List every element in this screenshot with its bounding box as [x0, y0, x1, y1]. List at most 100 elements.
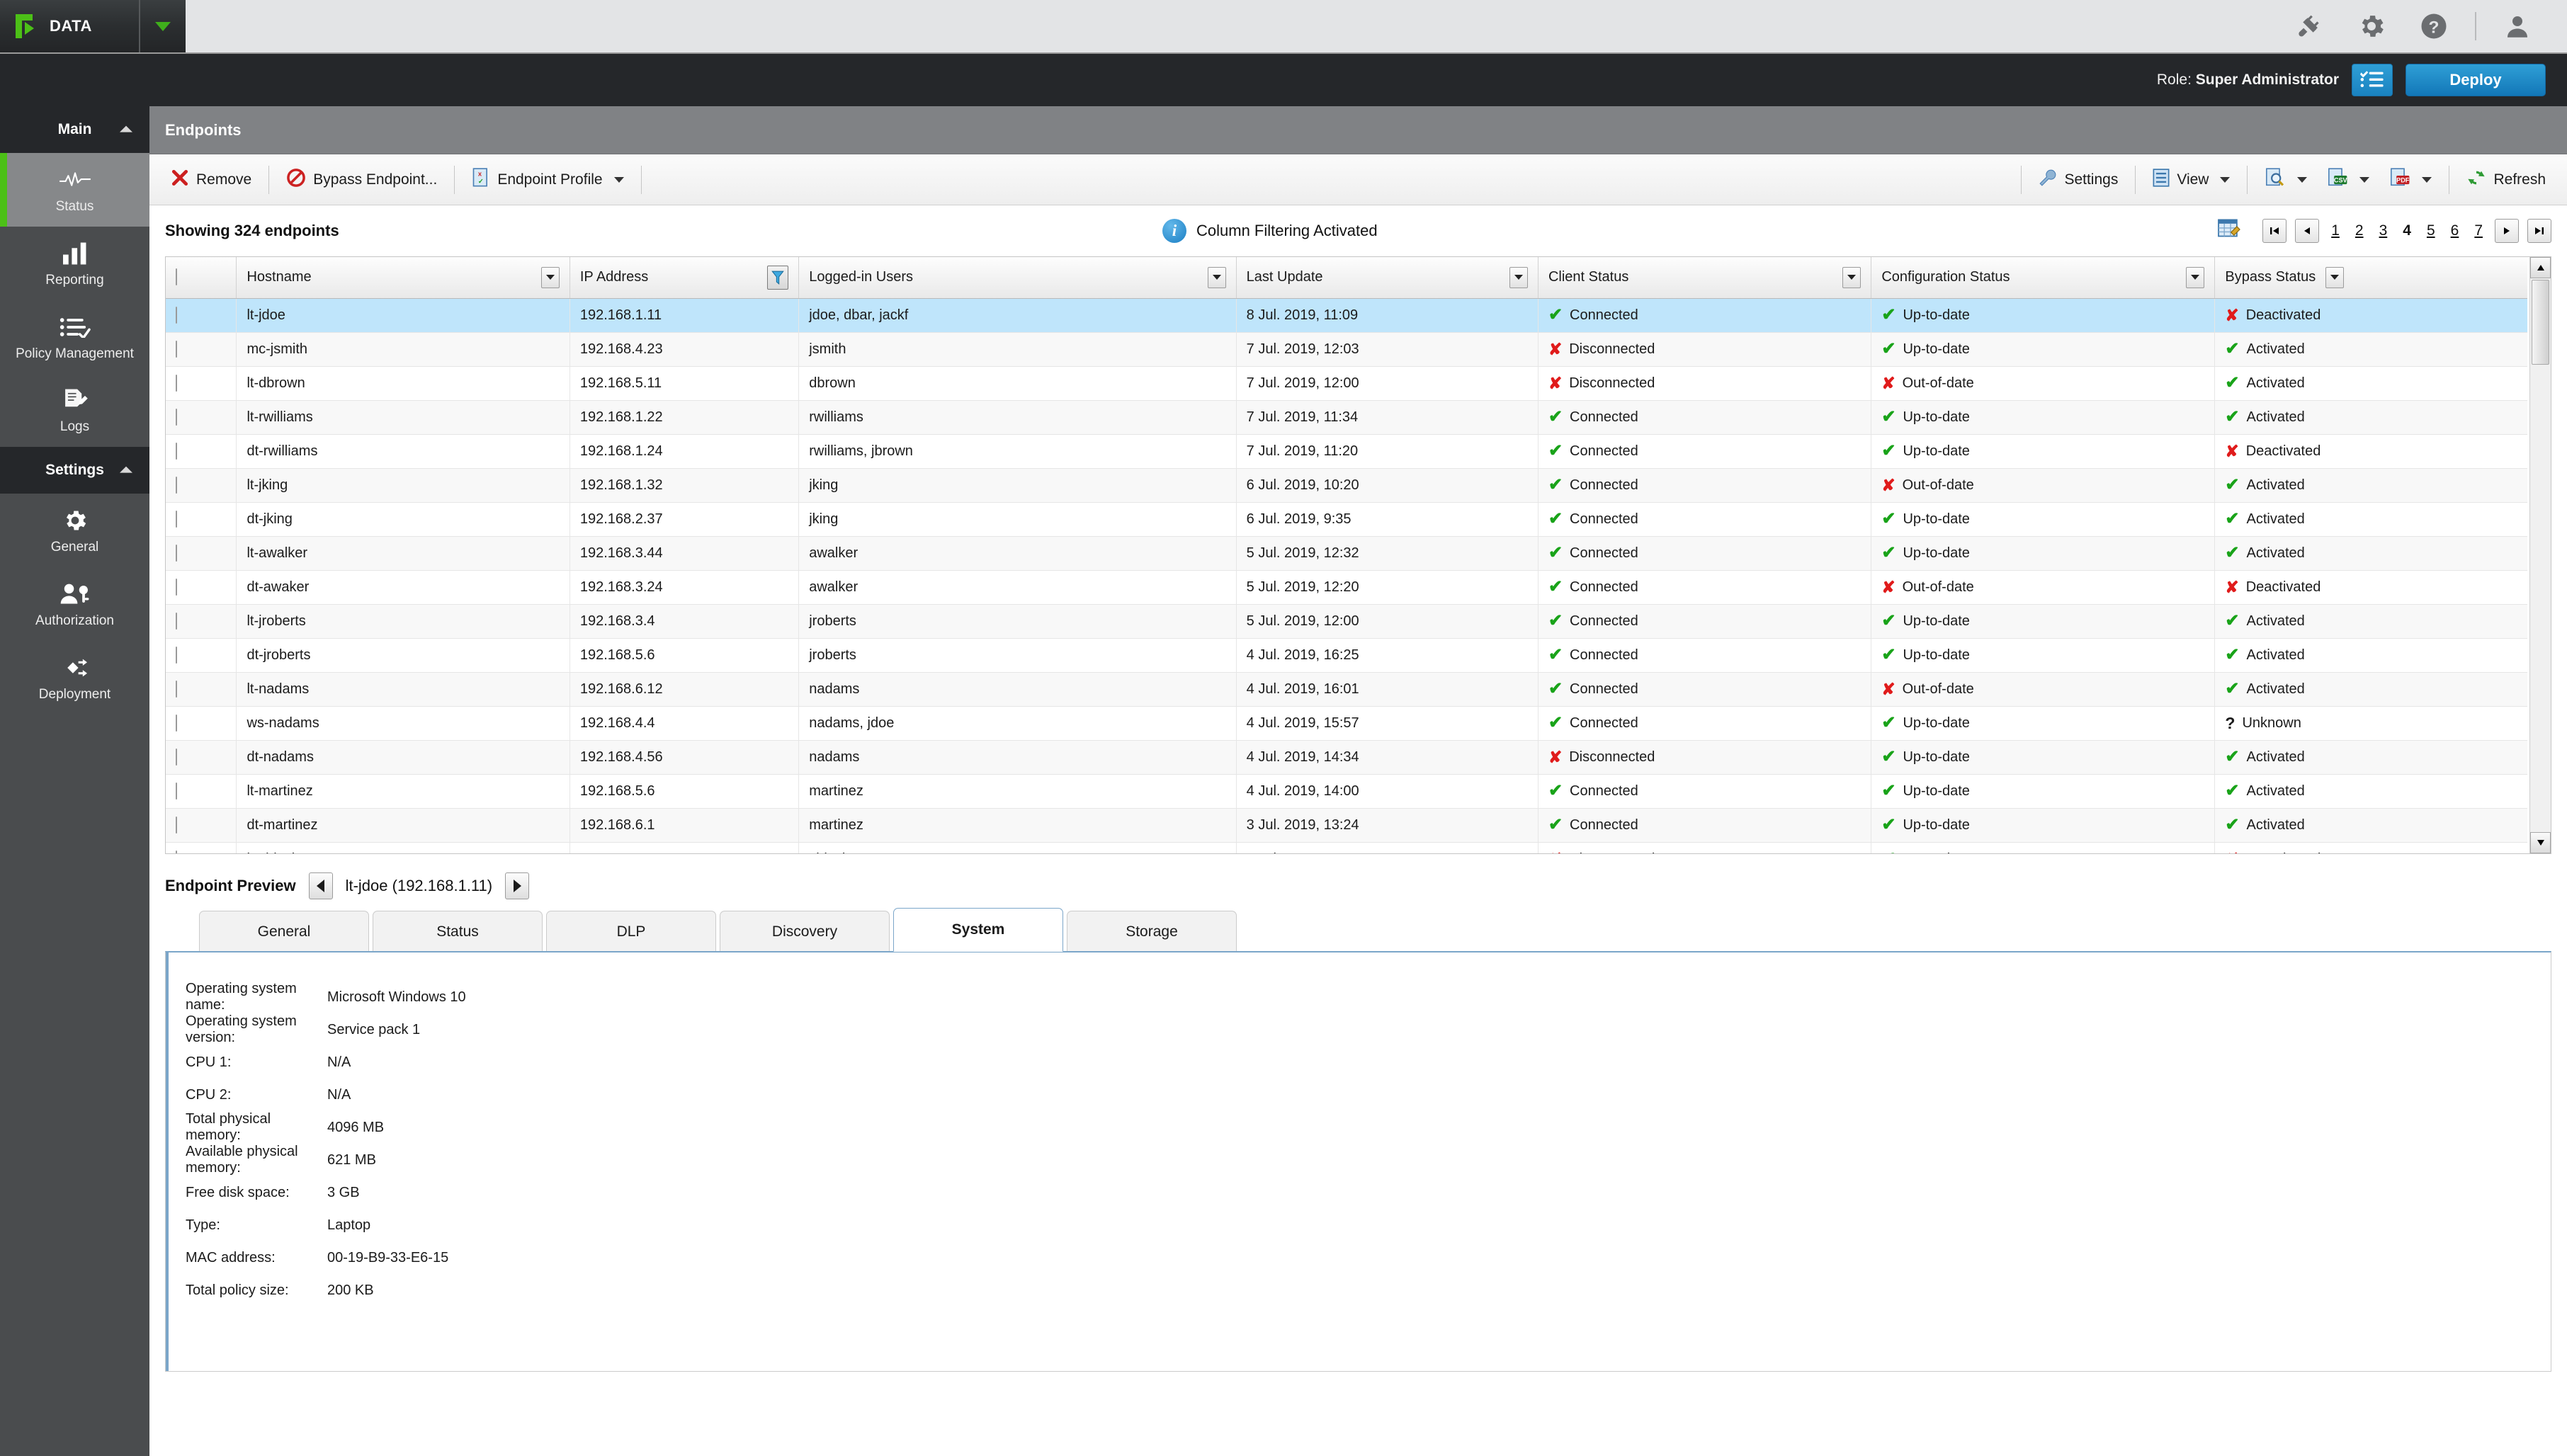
table-row[interactable]: lt-dbrown 192.168.5.11 dbrown 7 Jul. 2019, … — [166, 366, 2527, 401]
row-checkbox[interactable] — [176, 714, 177, 732]
table-vertical-scrollbar[interactable] — [2529, 257, 2551, 853]
row-select-cell[interactable] — [166, 536, 237, 571]
tab-system[interactable]: System — [893, 908, 1063, 952]
col-ip-address[interactable]: IP Address — [570, 257, 800, 299]
tab-discovery[interactable]: Discovery — [720, 911, 890, 952]
col-last-update[interactable]: Last Update — [1236, 257, 1538, 299]
prev-endpoint-icon[interactable] — [308, 872, 333, 899]
sidebar-item-logs[interactable]: Logs — [0, 373, 149, 447]
sidebar-group-main[interactable]: Main — [0, 106, 149, 153]
configuration-status-filter-dropdown-icon[interactable] — [2186, 266, 2205, 288]
sidebar-item-status[interactable]: Status — [0, 153, 149, 227]
page-6[interactable]: 6 — [2447, 222, 2463, 239]
row-checkbox[interactable] — [176, 782, 177, 800]
prev-page-icon[interactable] — [2295, 219, 2320, 243]
table-row[interactable]: lt-jdoe 192.168.1.11 jdoe, dbar, jackf 8 Ju… — [166, 298, 2527, 333]
gear-icon[interactable] — [2340, 0, 2403, 52]
row-select-cell[interactable] — [166, 604, 237, 639]
remove-button[interactable]: Remove — [161, 164, 261, 195]
col-client-status[interactable]: Client Status — [1538, 257, 1872, 299]
row-checkbox[interactable] — [176, 680, 177, 698]
sidebar-item-policy-management[interactable]: Policy Management — [0, 300, 149, 374]
table-row[interactable]: lt-nadams 192.168.6.12 nadams 4 Jul. 2019, … — [166, 672, 2527, 707]
table-row[interactable]: dt-jking 192.168.2.37 jking 6 Jul. 2019, 9:… — [166, 502, 2527, 537]
next-endpoint-icon[interactable] — [505, 872, 530, 899]
help-icon[interactable]: ? — [2403, 0, 2465, 52]
grid-settings-icon[interactable] — [2217, 218, 2241, 244]
client-status-filter-dropdown-icon[interactable] — [1842, 266, 1862, 288]
bypass-endpoint-button[interactable]: Bypass Endpoint... — [276, 164, 447, 196]
table-row[interactable]: ws-nadams 192.168.4.4 nadams, jdoe 4 Jul. 2… — [166, 706, 2527, 741]
row-checkbox[interactable] — [176, 544, 177, 562]
plugin-icon[interactable] — [2278, 0, 2340, 52]
table-row[interactable]: dt-awaker 192.168.3.24 awalker 5 Jul. 2019,… — [166, 570, 2527, 605]
row-checkbox[interactable] — [176, 340, 177, 358]
tab-storage[interactable]: Storage — [1067, 911, 1237, 952]
user-avatar-icon[interactable] — [2486, 0, 2549, 52]
row-select-cell[interactable] — [166, 672, 237, 707]
deploy-button[interactable]: Deploy — [2406, 64, 2546, 96]
page-5[interactable]: 5 — [2423, 222, 2439, 239]
row-select-cell[interactable] — [166, 842, 237, 853]
sidebar-group-settings[interactable]: Settings — [0, 447, 149, 494]
last-update-filter-dropdown-icon[interactable] — [1509, 266, 1528, 288]
scroll-down-arrow-icon[interactable] — [2530, 832, 2551, 853]
row-checkbox[interactable] — [176, 306, 177, 324]
col-bypass-status[interactable]: Bypass Status — [2214, 257, 2527, 299]
sidebar-item-deployment[interactable]: Deployment — [0, 641, 149, 715]
scroll-up-arrow-icon[interactable] — [2530, 257, 2551, 278]
table-row[interactable]: lt-jroberts 192.168.3.4 jroberts 5 Jul. 201… — [166, 604, 2527, 639]
tab-dlp[interactable]: DLP — [546, 911, 716, 952]
table-row[interactable]: mc-jsmith 192.168.4.23 jsmith 7 Jul. 2019, … — [166, 332, 2527, 367]
row-select-cell[interactable] — [166, 570, 237, 605]
ip-address-filter-active-icon[interactable] — [767, 265, 789, 290]
row-select-cell[interactable] — [166, 366, 237, 401]
brand-logo-area[interactable]: DATA — [0, 0, 139, 52]
select-all-header[interactable] — [166, 257, 237, 299]
table-row[interactable]: dt-martinez 192.168.6.1 martinez 3 Jul. 201… — [166, 808, 2527, 843]
row-checkbox[interactable] — [176, 408, 177, 426]
refresh-button[interactable]: Refresh — [2456, 164, 2556, 196]
checklist-icon[interactable] — [2352, 64, 2393, 96]
page-2[interactable]: 2 — [2352, 222, 2367, 239]
row-select-cell[interactable] — [166, 434, 237, 469]
bypass-status-filter-dropdown-icon[interactable] — [2325, 266, 2345, 288]
page-3[interactable]: 3 — [2376, 222, 2391, 239]
sidebar-item-authorization[interactable]: Authorization — [0, 567, 149, 641]
row-checkbox[interactable] — [176, 816, 177, 834]
table-row[interactable]: dt-jroberts 192.168.5.6 jroberts 4 Jul. 201… — [166, 638, 2527, 673]
page-7[interactable]: 7 — [2471, 222, 2486, 239]
row-checkbox[interactable] — [176, 578, 177, 596]
endpoint-profile-button[interactable]: x ✓ Endpoint Profile — [462, 164, 633, 196]
row-select-cell[interactable] — [166, 740, 237, 775]
row-select-cell[interactable] — [166, 808, 237, 843]
tab-status[interactable]: Status — [373, 911, 543, 952]
scrollbar-thumb[interactable] — [2532, 280, 2549, 365]
csv-export-button[interactable]: CSV — [2317, 164, 2379, 196]
brand-chevron-down-icon[interactable] — [139, 0, 186, 52]
row-checkbox[interactable] — [176, 476, 177, 494]
table-row[interactable]: dt-nadams 192.168.4.56 nadams 4 Jul. 2019, … — [166, 740, 2527, 775]
table-row[interactable]: lt-awalker 192.168.3.44 awalker 5 Jul. 2019… — [166, 536, 2527, 571]
row-select-cell[interactable] — [166, 400, 237, 435]
row-select-cell[interactable] — [166, 706, 237, 741]
row-checkbox[interactable] — [176, 748, 177, 766]
row-checkbox[interactable] — [176, 442, 177, 460]
first-page-icon[interactable] — [2262, 219, 2287, 243]
row-checkbox[interactable] — [176, 510, 177, 528]
row-select-cell[interactable] — [166, 332, 237, 367]
col-configuration-status[interactable]: Configuration Status — [1871, 257, 2216, 299]
logged-in-users-filter-dropdown-icon[interactable] — [1207, 266, 1226, 288]
table-row[interactable]: dt-rwilliams 192.168.1.24 rwilliams, jbrow… — [166, 434, 2527, 469]
hostname-filter-dropdown-icon[interactable] — [540, 266, 560, 288]
table-row[interactable]: lt-rwilliams 192.168.1.22 rwilliams 7 Jul. … — [166, 400, 2527, 435]
row-select-cell[interactable] — [166, 468, 237, 503]
table-row[interactable]: lt-martinez 192.168.5.6 martinez 4 Jul. 201… — [166, 774, 2527, 809]
page-1[interactable]: 1 — [2328, 222, 2343, 239]
row-select-cell[interactable] — [166, 638, 237, 673]
col-logged-in-users[interactable]: Logged-in Users — [798, 257, 1237, 299]
row-select-cell[interactable] — [166, 502, 237, 537]
row-select-cell[interactable] — [166, 774, 237, 809]
sidebar-item-reporting[interactable]: Reporting — [0, 227, 149, 300]
row-checkbox[interactable] — [176, 374, 177, 392]
